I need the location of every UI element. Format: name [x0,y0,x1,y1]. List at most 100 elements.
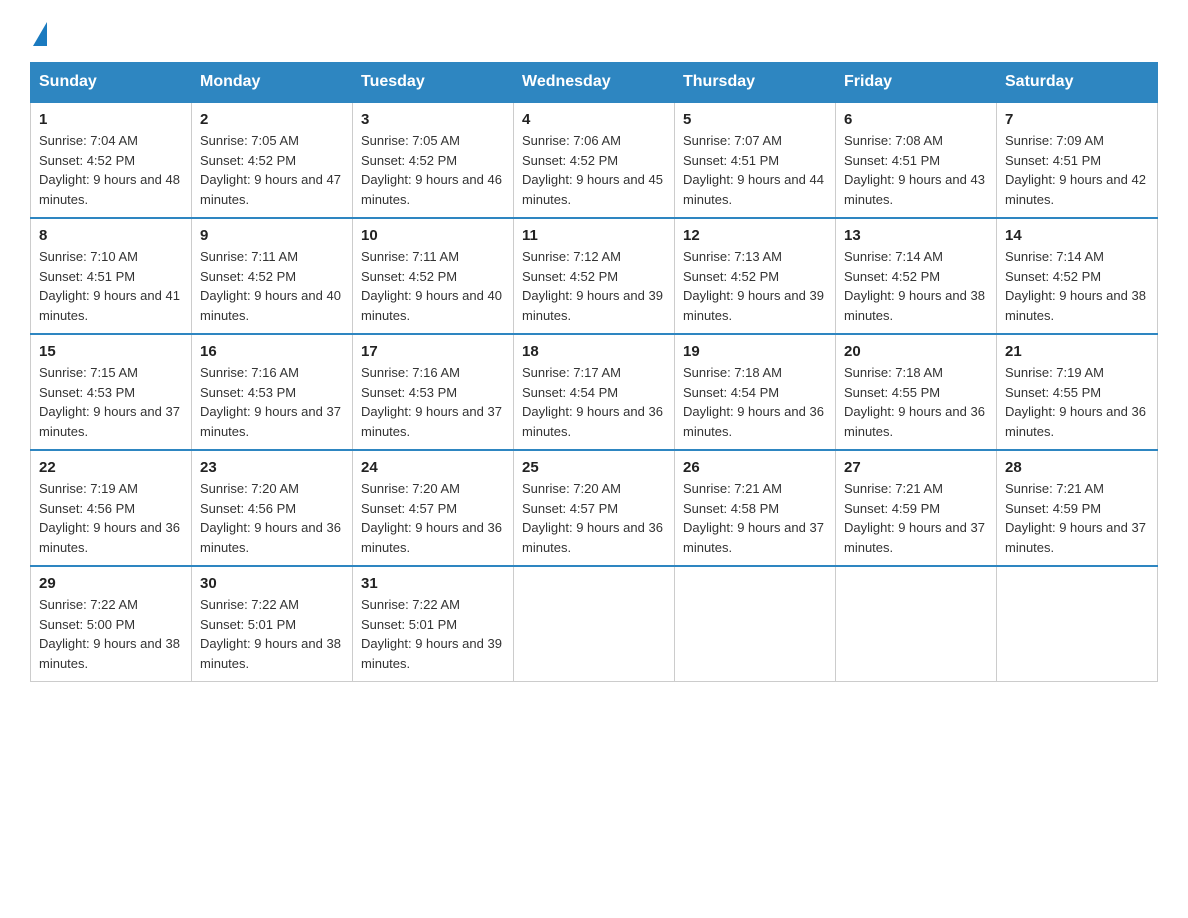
day-cell: 15 Sunrise: 7:15 AMSunset: 4:53 PMDaylig… [31,334,192,450]
header-cell-friday: Friday [836,63,997,103]
day-cell [514,566,675,682]
day-number: 31 [361,575,505,592]
header-cell-monday: Monday [192,63,353,103]
day-info: Sunrise: 7:21 AMSunset: 4:59 PMDaylight:… [1005,481,1146,555]
day-number: 11 [522,227,666,244]
logo [30,20,49,42]
day-cell: 4 Sunrise: 7:06 AMSunset: 4:52 PMDayligh… [514,102,675,218]
day-info: Sunrise: 7:06 AMSunset: 4:52 PMDaylight:… [522,133,663,207]
header-cell-saturday: Saturday [997,63,1158,103]
day-info: Sunrise: 7:20 AMSunset: 4:57 PMDaylight:… [522,481,663,555]
day-number: 1 [39,111,183,128]
logo-triangle-icon [33,22,47,46]
day-cell: 6 Sunrise: 7:08 AMSunset: 4:51 PMDayligh… [836,102,997,218]
day-cell: 26 Sunrise: 7:21 AMSunset: 4:58 PMDaylig… [675,450,836,566]
day-cell: 5 Sunrise: 7:07 AMSunset: 4:51 PMDayligh… [675,102,836,218]
day-info: Sunrise: 7:08 AMSunset: 4:51 PMDaylight:… [844,133,985,207]
week-row-1: 1 Sunrise: 7:04 AMSunset: 4:52 PMDayligh… [31,102,1158,218]
day-number: 20 [844,343,988,360]
day-number: 26 [683,459,827,476]
header-cell-wednesday: Wednesday [514,63,675,103]
day-info: Sunrise: 7:22 AMSunset: 5:01 PMDaylight:… [361,597,502,671]
day-cell: 27 Sunrise: 7:21 AMSunset: 4:59 PMDaylig… [836,450,997,566]
calendar-header: SundayMondayTuesdayWednesdayThursdayFrid… [31,63,1158,103]
day-info: Sunrise: 7:16 AMSunset: 4:53 PMDaylight:… [361,365,502,439]
day-number: 25 [522,459,666,476]
day-cell: 24 Sunrise: 7:20 AMSunset: 4:57 PMDaylig… [353,450,514,566]
day-info: Sunrise: 7:15 AMSunset: 4:53 PMDaylight:… [39,365,180,439]
day-info: Sunrise: 7:17 AMSunset: 4:54 PMDaylight:… [522,365,663,439]
day-info: Sunrise: 7:12 AMSunset: 4:52 PMDaylight:… [522,249,663,323]
day-cell: 28 Sunrise: 7:21 AMSunset: 4:59 PMDaylig… [997,450,1158,566]
day-number: 28 [1005,459,1149,476]
day-number: 24 [361,459,505,476]
day-cell: 21 Sunrise: 7:19 AMSunset: 4:55 PMDaylig… [997,334,1158,450]
day-cell: 13 Sunrise: 7:14 AMSunset: 4:52 PMDaylig… [836,218,997,334]
day-number: 17 [361,343,505,360]
header-cell-thursday: Thursday [675,63,836,103]
calendar-body: 1 Sunrise: 7:04 AMSunset: 4:52 PMDayligh… [31,102,1158,682]
day-cell: 1 Sunrise: 7:04 AMSunset: 4:52 PMDayligh… [31,102,192,218]
day-number: 4 [522,111,666,128]
day-info: Sunrise: 7:18 AMSunset: 4:55 PMDaylight:… [844,365,985,439]
day-cell: 22 Sunrise: 7:19 AMSunset: 4:56 PMDaylig… [31,450,192,566]
week-row-2: 8 Sunrise: 7:10 AMSunset: 4:51 PMDayligh… [31,218,1158,334]
day-info: Sunrise: 7:18 AMSunset: 4:54 PMDaylight:… [683,365,824,439]
day-cell: 10 Sunrise: 7:11 AMSunset: 4:52 PMDaylig… [353,218,514,334]
day-number: 12 [683,227,827,244]
day-number: 18 [522,343,666,360]
day-number: 27 [844,459,988,476]
day-info: Sunrise: 7:11 AMSunset: 4:52 PMDaylight:… [361,249,502,323]
day-cell [836,566,997,682]
day-cell: 16 Sunrise: 7:16 AMSunset: 4:53 PMDaylig… [192,334,353,450]
day-cell: 9 Sunrise: 7:11 AMSunset: 4:52 PMDayligh… [192,218,353,334]
page-header [30,20,1158,42]
week-row-5: 29 Sunrise: 7:22 AMSunset: 5:00 PMDaylig… [31,566,1158,682]
day-info: Sunrise: 7:22 AMSunset: 5:00 PMDaylight:… [39,597,180,671]
day-cell: 25 Sunrise: 7:20 AMSunset: 4:57 PMDaylig… [514,450,675,566]
day-info: Sunrise: 7:19 AMSunset: 4:55 PMDaylight:… [1005,365,1146,439]
day-info: Sunrise: 7:07 AMSunset: 4:51 PMDaylight:… [683,133,824,207]
header-row: SundayMondayTuesdayWednesdayThursdayFrid… [31,63,1158,103]
day-cell: 7 Sunrise: 7:09 AMSunset: 4:51 PMDayligh… [997,102,1158,218]
day-number: 3 [361,111,505,128]
day-info: Sunrise: 7:22 AMSunset: 5:01 PMDaylight:… [200,597,341,671]
day-cell: 14 Sunrise: 7:14 AMSunset: 4:52 PMDaylig… [997,218,1158,334]
calendar-table: SundayMondayTuesdayWednesdayThursdayFrid… [30,62,1158,682]
day-number: 14 [1005,227,1149,244]
day-info: Sunrise: 7:21 AMSunset: 4:58 PMDaylight:… [683,481,824,555]
day-cell [675,566,836,682]
day-number: 8 [39,227,183,244]
day-info: Sunrise: 7:09 AMSunset: 4:51 PMDaylight:… [1005,133,1146,207]
day-cell: 19 Sunrise: 7:18 AMSunset: 4:54 PMDaylig… [675,334,836,450]
day-cell: 11 Sunrise: 7:12 AMSunset: 4:52 PMDaylig… [514,218,675,334]
day-cell: 12 Sunrise: 7:13 AMSunset: 4:52 PMDaylig… [675,218,836,334]
day-cell: 2 Sunrise: 7:05 AMSunset: 4:52 PMDayligh… [192,102,353,218]
day-number: 29 [39,575,183,592]
day-number: 6 [844,111,988,128]
day-cell: 18 Sunrise: 7:17 AMSunset: 4:54 PMDaylig… [514,334,675,450]
day-cell: 20 Sunrise: 7:18 AMSunset: 4:55 PMDaylig… [836,334,997,450]
day-info: Sunrise: 7:13 AMSunset: 4:52 PMDaylight:… [683,249,824,323]
day-number: 15 [39,343,183,360]
day-number: 2 [200,111,344,128]
header-cell-sunday: Sunday [31,63,192,103]
day-cell: 29 Sunrise: 7:22 AMSunset: 5:00 PMDaylig… [31,566,192,682]
day-cell: 31 Sunrise: 7:22 AMSunset: 5:01 PMDaylig… [353,566,514,682]
day-number: 7 [1005,111,1149,128]
day-info: Sunrise: 7:05 AMSunset: 4:52 PMDaylight:… [200,133,341,207]
day-info: Sunrise: 7:14 AMSunset: 4:52 PMDaylight:… [1005,249,1146,323]
day-number: 23 [200,459,344,476]
day-info: Sunrise: 7:16 AMSunset: 4:53 PMDaylight:… [200,365,341,439]
day-info: Sunrise: 7:14 AMSunset: 4:52 PMDaylight:… [844,249,985,323]
day-info: Sunrise: 7:20 AMSunset: 4:56 PMDaylight:… [200,481,341,555]
header-cell-tuesday: Tuesday [353,63,514,103]
day-info: Sunrise: 7:19 AMSunset: 4:56 PMDaylight:… [39,481,180,555]
day-cell: 8 Sunrise: 7:10 AMSunset: 4:51 PMDayligh… [31,218,192,334]
day-number: 21 [1005,343,1149,360]
day-number: 30 [200,575,344,592]
day-cell: 3 Sunrise: 7:05 AMSunset: 4:52 PMDayligh… [353,102,514,218]
day-number: 16 [200,343,344,360]
week-row-3: 15 Sunrise: 7:15 AMSunset: 4:53 PMDaylig… [31,334,1158,450]
day-info: Sunrise: 7:05 AMSunset: 4:52 PMDaylight:… [361,133,502,207]
